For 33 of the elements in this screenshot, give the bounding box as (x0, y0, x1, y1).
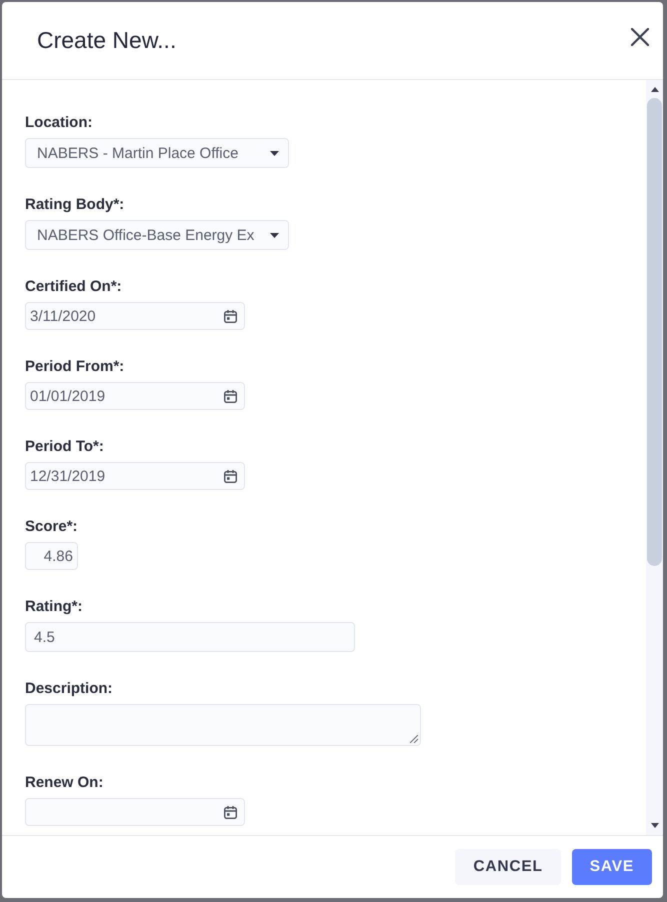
date-field[interactable]: 3/11/2020 (25, 302, 245, 330)
date-field[interactable]: 12/31/2019 (25, 462, 245, 490)
field-label: Certified On*: (25, 278, 122, 296)
caret-icon (270, 150, 279, 156)
scrollbar-thumb[interactable] (647, 98, 662, 566)
caret-icon (270, 232, 279, 238)
text-field[interactable]: 4.5 (25, 622, 355, 652)
close-icon (631, 28, 649, 46)
dialog-title: Create New... (37, 27, 176, 54)
field-label: Description: (25, 680, 113, 698)
calendar-icon (224, 390, 237, 402)
textarea-field[interactable] (25, 704, 421, 746)
field-label: Period From*: (25, 358, 124, 376)
cancel-button[interactable]: CANCEL (455, 849, 561, 885)
calendar-icon (224, 470, 237, 482)
scroll-down-icon[interactable] (650, 823, 658, 828)
field-label: Rating Body*: (25, 196, 124, 214)
date-field[interactable] (25, 798, 245, 826)
field-label: Rating*: (25, 598, 82, 616)
resize-grip-icon (410, 735, 418, 743)
field-label: Period To*: (25, 438, 104, 456)
scrollbar[interactable] (646, 80, 663, 835)
scroll-up-icon[interactable] (650, 87, 658, 92)
select-field[interactable]: NABERS Office-Base Energy Ex (25, 220, 289, 250)
field-label: Score*: (25, 518, 78, 536)
calendar-icon (224, 806, 237, 818)
field-label: Renew On: (25, 774, 104, 792)
calendar-icon (224, 310, 237, 322)
select-field[interactable]: NABERS - Martin Place Office (25, 138, 289, 168)
number-field[interactable]: 4.86 (25, 542, 78, 570)
date-field[interactable]: 01/01/2019 (25, 382, 245, 410)
field-label: Location: (25, 114, 92, 132)
save-button[interactable]: SAVE (572, 849, 652, 885)
